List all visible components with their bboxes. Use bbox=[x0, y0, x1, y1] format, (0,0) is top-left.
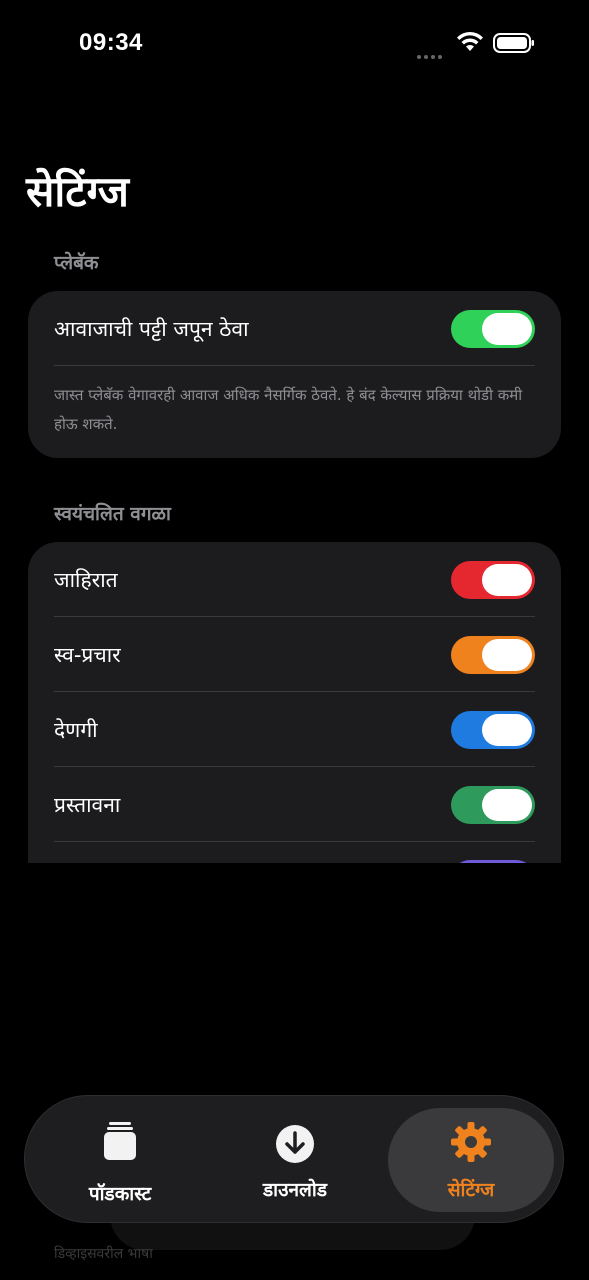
tab-label: पॉडकास्ट bbox=[88, 1183, 152, 1205]
signal-dots-icon bbox=[417, 44, 449, 59]
autoskip-row-label: स्व-प्रचार bbox=[54, 642, 121, 667]
toggle-knob bbox=[482, 713, 532, 746]
wifi-icon bbox=[457, 31, 483, 51]
tab-label: डाउनलोड bbox=[262, 1179, 327, 1201]
gear-icon bbox=[451, 1122, 491, 1162]
ghost-text: डिव्हाइसवरील भाषा bbox=[54, 1246, 153, 1262]
tab-label: सेटिंग्ज bbox=[447, 1179, 495, 1201]
preserve-pitch-row: आवाजाची पट्टी जपून ठेवा bbox=[54, 291, 535, 366]
autoskip-row-label: प्रस्तावना bbox=[54, 792, 121, 817]
donation-toggle[interactable] bbox=[451, 710, 535, 749]
tab-settings[interactable]: सेटिंग्ज bbox=[386, 1096, 556, 1222]
autoskip-row-ads: जाहिरात bbox=[54, 542, 535, 617]
row-divider bbox=[54, 841, 535, 842]
autoskip-row-donation: देणगी bbox=[54, 692, 535, 767]
section-label-autoskip: स्वयंचलित वगळा bbox=[54, 503, 171, 525]
preserve-pitch-toggle[interactable] bbox=[451, 309, 535, 348]
status-bar: 09:34 bbox=[0, 0, 589, 90]
toggle-knob bbox=[482, 638, 532, 671]
tab-downloads[interactable]: डाउनलोड bbox=[210, 1096, 380, 1222]
page-title: सेटिंग्ज bbox=[26, 167, 129, 216]
tab-bar: पॉडकास्ट डाउनलोड सेटिंग्ज bbox=[24, 1095, 564, 1223]
autoskip-row-label: जाहिरात bbox=[54, 567, 118, 592]
toggle-knob bbox=[482, 312, 532, 345]
autoskip-row-label: देणगी bbox=[54, 717, 98, 742]
download-icon bbox=[276, 1125, 314, 1163]
playback-footnote: जास्त प्लेबॅक वेगावरही आवाज अधिक नैसर्गि… bbox=[54, 386, 523, 433]
autoskip-row-intro: प्रस्तावना bbox=[54, 767, 535, 842]
battery-icon bbox=[493, 33, 534, 53]
tab-podcasts[interactable]: पॉडकास्ट bbox=[35, 1096, 205, 1222]
intro-toggle[interactable] bbox=[451, 785, 535, 824]
toggle-knob bbox=[482, 788, 532, 821]
preserve-pitch-label: आवाजाची पट्टी जपून ठेवा bbox=[54, 316, 249, 341]
ads-toggle[interactable] bbox=[451, 560, 535, 599]
self-promo-toggle[interactable] bbox=[451, 635, 535, 674]
row-divider bbox=[54, 365, 535, 366]
autoskip-card: जाहिरात स्व-प्रचार देणगी प्रस्तावना bbox=[28, 542, 561, 863]
autoskip-row-self-promo: स्व-प्रचार bbox=[54, 617, 535, 692]
section-label-playback: प्लेबॅक bbox=[54, 252, 99, 274]
status-time: 09:34 bbox=[79, 29, 143, 56]
stack-icon bbox=[104, 1122, 136, 1160]
toggle-knob bbox=[482, 563, 532, 596]
playback-card: आवाजाची पट्टी जपून ठेवा जास्त प्लेबॅक वे… bbox=[28, 291, 561, 458]
